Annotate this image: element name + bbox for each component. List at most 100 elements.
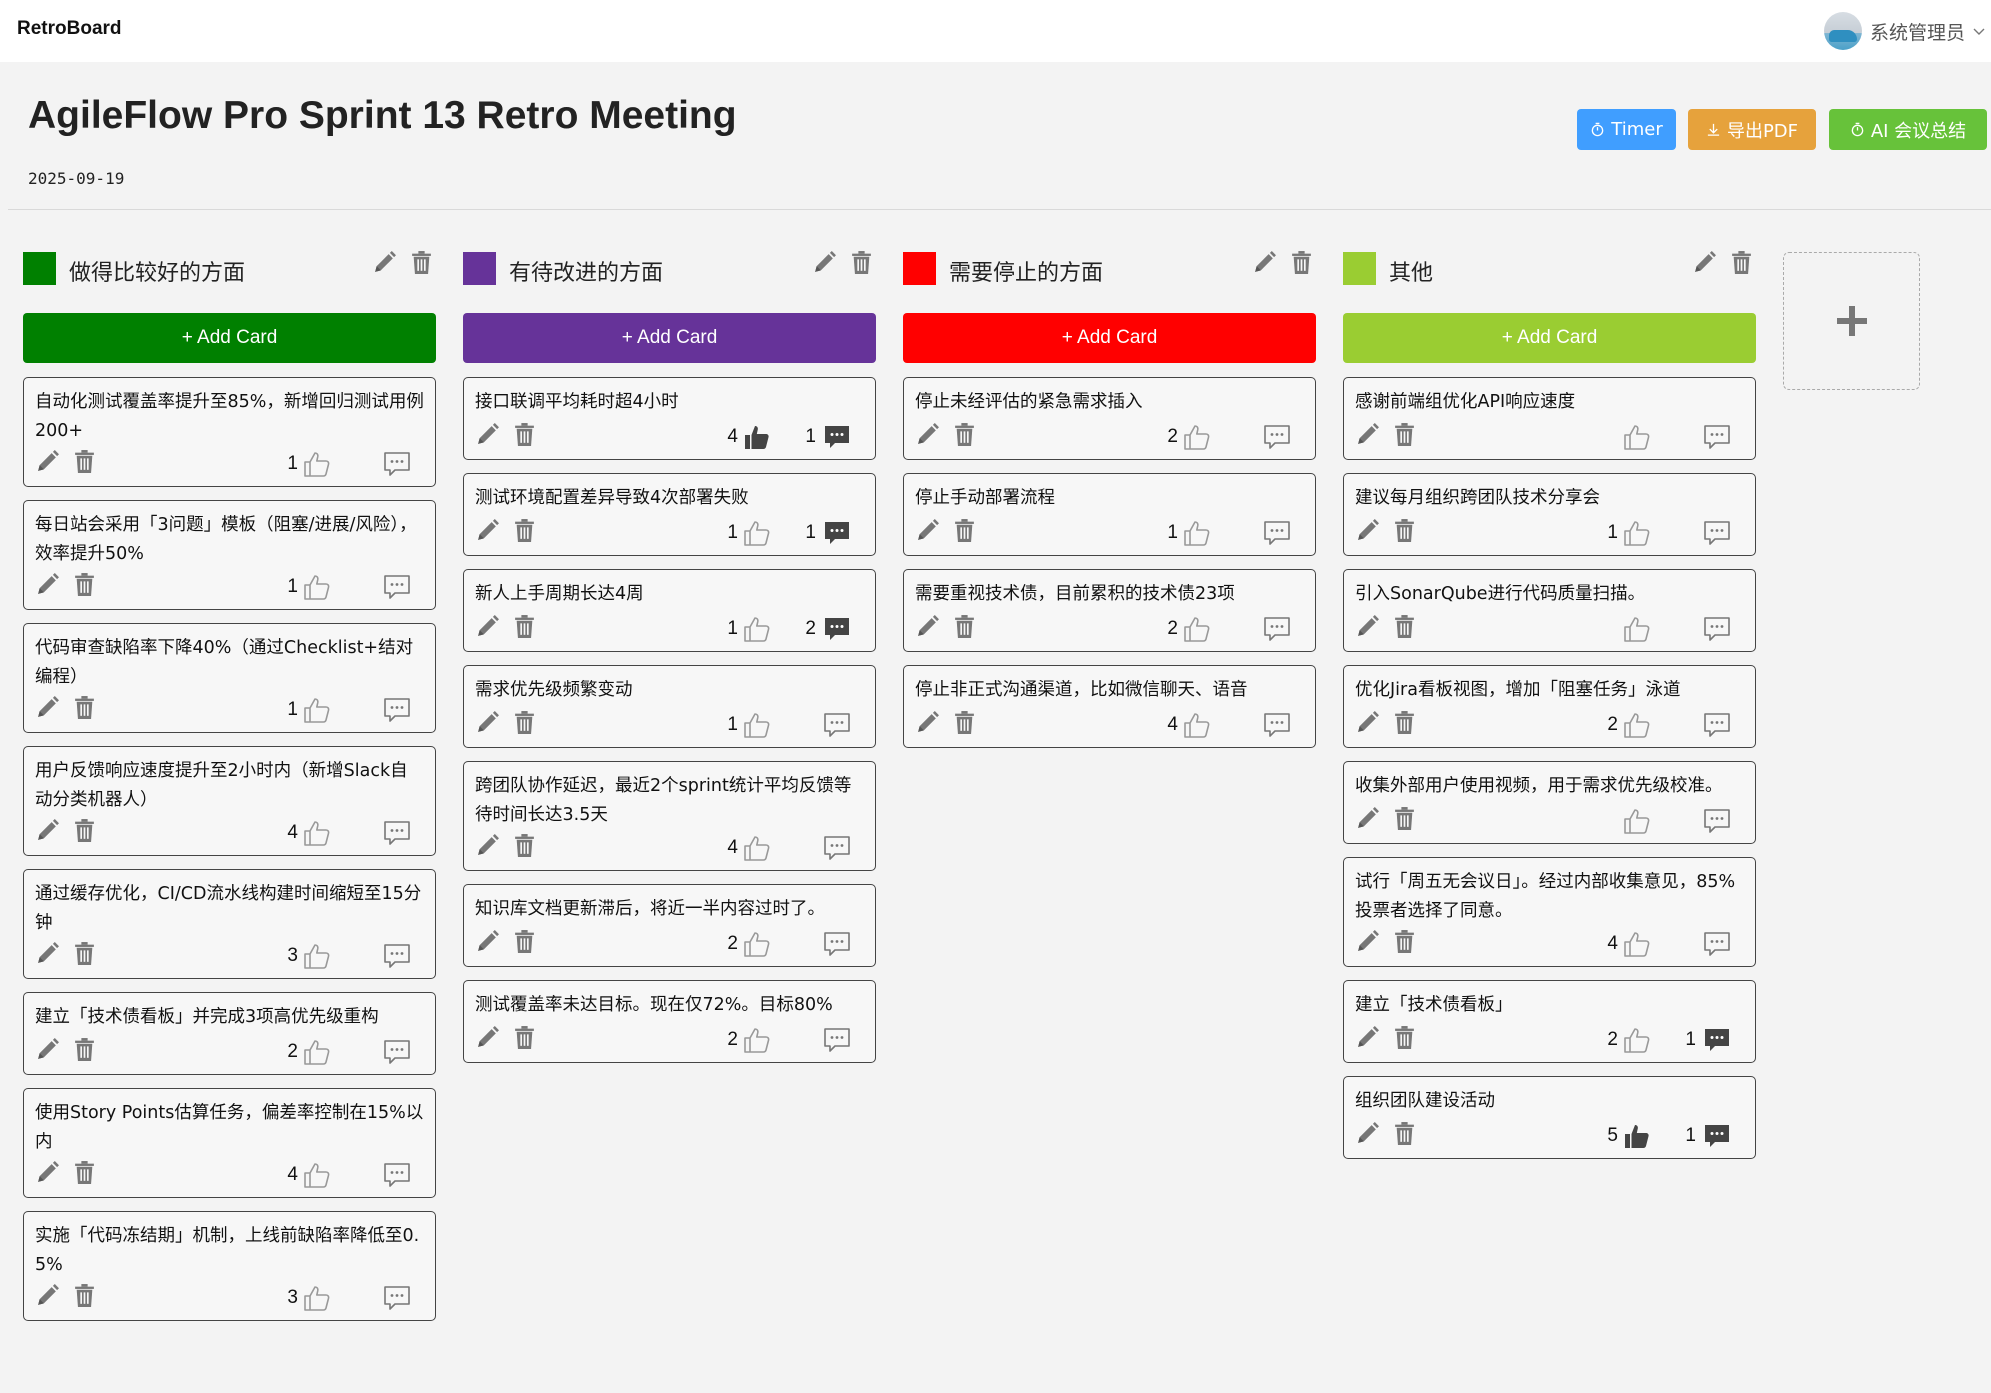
comment-icon[interactable]: [1702, 1121, 1732, 1151]
add-card-button[interactable]: + Add Card: [903, 313, 1316, 363]
add-card-button[interactable]: + Add Card: [463, 313, 876, 363]
retro-card[interactable]: 用户反馈响应速度提升至2小时内（新增Slack自动分类机器人） 4: [23, 746, 436, 856]
comment-control[interactable]: [1244, 518, 1292, 548]
add-card-button[interactable]: + Add Card: [23, 313, 436, 363]
comment-control[interactable]: [1684, 518, 1732, 548]
thumbs-up-icon[interactable]: [742, 614, 772, 644]
trash-icon[interactable]: [72, 695, 97, 720]
trash-icon[interactable]: [72, 449, 97, 474]
trash-icon[interactable]: [512, 422, 537, 447]
thumbs-up-icon[interactable]: [1182, 422, 1212, 452]
retro-card[interactable]: 自动化测试覆盖率提升至85%，新增回归测试用例200+ 1: [23, 377, 436, 487]
pencil-icon[interactable]: [1692, 250, 1717, 275]
trash-icon[interactable]: [1392, 1121, 1417, 1146]
like-control[interactable]: 5: [1606, 1121, 1652, 1151]
pencil-icon[interactable]: [475, 614, 500, 639]
retro-card[interactable]: 代码审查缺陷率下降40%（通过Checklist+结对编程） 1: [23, 623, 436, 733]
pencil-icon[interactable]: [35, 1037, 60, 1062]
pencil-icon[interactable]: [915, 518, 940, 543]
thumbs-up-icon[interactable]: [1622, 929, 1652, 959]
trash-icon[interactable]: [1392, 614, 1417, 639]
pencil-icon[interactable]: [1355, 518, 1380, 543]
like-control[interactable]: [1606, 422, 1652, 452]
pencil-icon[interactable]: [915, 614, 940, 639]
user-menu[interactable]: 系统管理员: [1823, 10, 1991, 52]
retro-card[interactable]: 停止未经评估的紧急需求插入 2: [903, 377, 1316, 460]
like-control[interactable]: 3: [286, 941, 332, 971]
comment-icon[interactable]: [1262, 422, 1292, 452]
like-control[interactable]: 1: [286, 695, 332, 725]
thumbs-up-icon[interactable]: [1622, 518, 1652, 548]
trash-icon[interactable]: [409, 250, 434, 275]
comment-control[interactable]: [804, 1025, 852, 1055]
trash-icon[interactable]: [512, 518, 537, 543]
like-control[interactable]: 1: [286, 572, 332, 602]
comment-icon[interactable]: [382, 941, 412, 971]
comment-control[interactable]: [364, 572, 412, 602]
like-control[interactable]: 2: [726, 929, 772, 959]
retro-card[interactable]: 建立「技术债看板」并完成3项高优先级重构 2: [23, 992, 436, 1075]
trash-icon[interactable]: [1729, 250, 1754, 275]
like-control[interactable]: 4: [286, 818, 332, 848]
comment-icon[interactable]: [382, 818, 412, 848]
comment-control[interactable]: 2: [804, 614, 852, 644]
thumbs-up-icon[interactable]: [1182, 614, 1212, 644]
comment-control[interactable]: [364, 1037, 412, 1067]
trash-icon[interactable]: [72, 818, 97, 843]
retro-card[interactable]: 停止手动部署流程 1: [903, 473, 1316, 556]
pencil-icon[interactable]: [812, 250, 837, 275]
comment-icon[interactable]: [1702, 710, 1732, 740]
trash-icon[interactable]: [1392, 710, 1417, 735]
comment-icon[interactable]: [1262, 710, 1292, 740]
pencil-icon[interactable]: [1355, 929, 1380, 954]
comment-control[interactable]: [364, 695, 412, 725]
add-column-button[interactable]: [1783, 252, 1920, 390]
trash-icon[interactable]: [1392, 1025, 1417, 1050]
thumbs-up-icon[interactable]: [1622, 806, 1652, 836]
like-control[interactable]: 1: [286, 449, 332, 479]
comment-icon[interactable]: [382, 1160, 412, 1190]
thumbs-up-icon[interactable]: [742, 1025, 772, 1055]
thumbs-up-icon[interactable]: [1182, 518, 1212, 548]
retro-card[interactable]: 使用Story Points估算任务，偏差率控制在15%以内 4: [23, 1088, 436, 1198]
export-pdf-button[interactable]: 导出PDF: [1688, 109, 1816, 150]
like-control[interactable]: 2: [1606, 710, 1652, 740]
comment-control[interactable]: [1684, 422, 1732, 452]
thumbs-up-icon[interactable]: [742, 929, 772, 959]
timer-button[interactable]: Timer: [1577, 109, 1676, 150]
pencil-icon[interactable]: [1355, 422, 1380, 447]
thumbs-up-icon[interactable]: [1622, 1025, 1652, 1055]
thumbs-up-icon[interactable]: [742, 518, 772, 548]
trash-icon[interactable]: [512, 929, 537, 954]
comment-icon[interactable]: [1702, 518, 1732, 548]
pencil-icon[interactable]: [1355, 710, 1380, 735]
comment-control[interactable]: [1684, 929, 1732, 959]
trash-icon[interactable]: [952, 422, 977, 447]
comment-control[interactable]: [1684, 614, 1732, 644]
like-control[interactable]: 4: [286, 1160, 332, 1190]
ai-summary-button[interactable]: AI 会议总结: [1829, 109, 1987, 150]
like-control[interactable]: 4: [726, 422, 772, 452]
pencil-icon[interactable]: [915, 710, 940, 735]
thumbs-up-icon[interactable]: [302, 1283, 332, 1313]
retro-card[interactable]: 感谢前端组优化API响应速度: [1343, 377, 1756, 460]
comment-control[interactable]: [804, 710, 852, 740]
pencil-icon[interactable]: [475, 1025, 500, 1050]
comment-control[interactable]: [364, 449, 412, 479]
retro-card[interactable]: 建立「技术债看板」 2 1: [1343, 980, 1756, 1063]
like-control[interactable]: 1: [1606, 518, 1652, 548]
thumbs-up-icon[interactable]: [1622, 614, 1652, 644]
comment-icon[interactable]: [382, 449, 412, 479]
like-control[interactable]: 4: [726, 833, 772, 863]
thumbs-up-icon[interactable]: [742, 710, 772, 740]
comment-control[interactable]: 1: [804, 518, 852, 548]
comment-icon[interactable]: [822, 710, 852, 740]
pencil-icon[interactable]: [475, 422, 500, 447]
thumbs-up-icon[interactable]: [302, 1160, 332, 1190]
comment-icon[interactable]: [1702, 806, 1732, 836]
comment-icon[interactable]: [822, 614, 852, 644]
trash-icon[interactable]: [1392, 929, 1417, 954]
like-control[interactable]: 4: [1166, 710, 1212, 740]
like-control[interactable]: 4: [1606, 929, 1652, 959]
pencil-icon[interactable]: [35, 941, 60, 966]
